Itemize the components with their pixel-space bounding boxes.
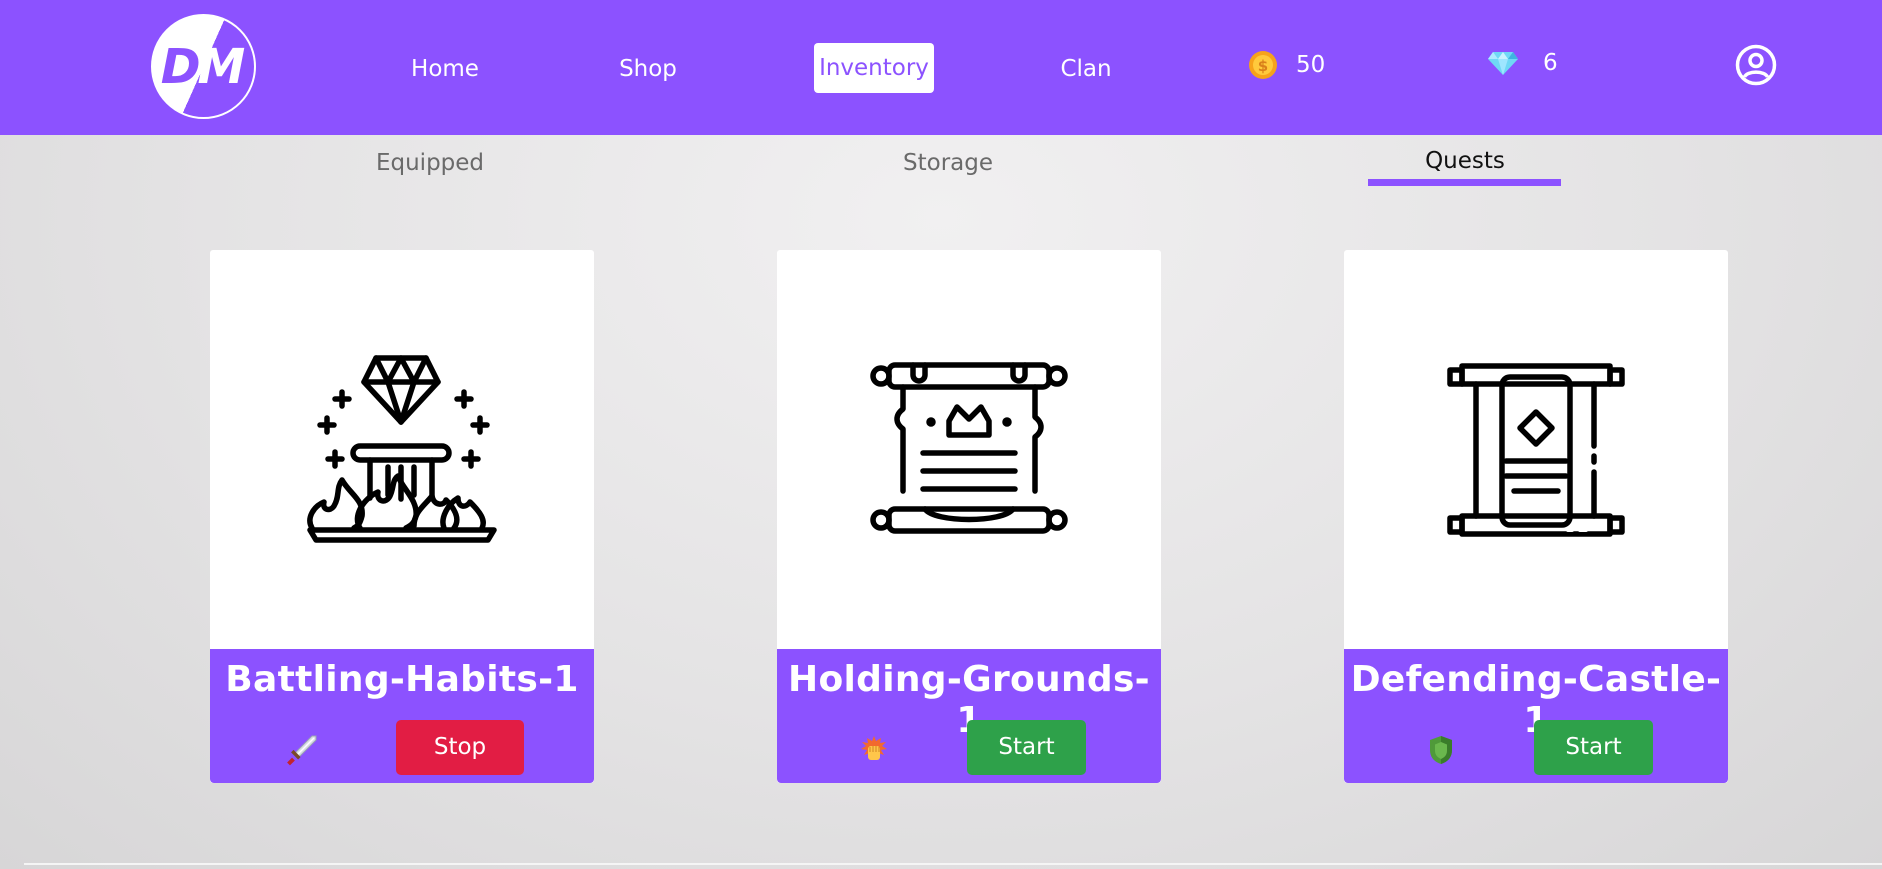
gem-icon <box>1488 52 1518 75</box>
crown-scroll-icon <box>870 361 1068 534</box>
quest-art <box>1344 250 1728 649</box>
tab-storage[interactable]: Storage <box>888 150 1008 176</box>
quest-card-footer: Holding-Grounds-1 Start <box>777 649 1161 783</box>
logo-text: DM <box>153 16 254 117</box>
start-quest-button[interactable]: Start <box>967 720 1086 775</box>
shield-icon <box>1430 736 1452 764</box>
fist-icon <box>861 736 887 760</box>
start-quest-button[interactable]: Start <box>1534 720 1653 775</box>
nav-inventory[interactable]: Inventory <box>814 43 934 93</box>
rune-scroll-icon <box>1447 362 1625 537</box>
sword-icon <box>287 735 317 766</box>
dm-logo[interactable]: DM <box>151 14 256 119</box>
stop-quest-button[interactable]: Stop <box>396 720 524 775</box>
quest-title: Battling-Habits-1 <box>225 659 579 700</box>
page-bottom-divider <box>24 863 1882 865</box>
logo-letter-d: D <box>160 38 201 95</box>
quest-card: Defending-Castle-1 Start <box>1344 250 1728 783</box>
coin-icon: $ <box>1249 51 1277 79</box>
svg-text:$: $ <box>1258 57 1268 75</box>
tab-quests[interactable]: Quests <box>1405 148 1525 174</box>
quest-badge <box>858 734 890 766</box>
quest-card: Holding-Grounds-1 Start <box>777 250 1161 783</box>
nav-shop[interactable]: Shop <box>608 52 688 86</box>
quest-art <box>777 250 1161 649</box>
active-tab-indicator <box>1368 179 1561 186</box>
logo-letter-m: M <box>197 38 246 95</box>
coin-balance: $ 50 <box>1248 50 1325 80</box>
nav-home[interactable]: Home <box>405 52 485 86</box>
quest-badge <box>286 734 318 766</box>
top-navbar: DM Home Shop Inventory Clan $ 50 6 <box>0 0 1882 135</box>
quest-card-footer: Defending-Castle-1 Start <box>1344 649 1728 783</box>
gem-balance: 6 <box>1487 50 1558 76</box>
quest-badge <box>1425 734 1457 766</box>
nav-clan[interactable]: Clan <box>1050 52 1122 86</box>
quest-card: Battling-Habits-1 Stop <box>210 250 594 783</box>
diamond-pillar-icon <box>307 354 497 543</box>
gem-count: 6 <box>1543 50 1558 76</box>
user-circle-icon[interactable] <box>1735 44 1777 86</box>
quest-art <box>210 250 594 649</box>
tab-equipped[interactable]: Equipped <box>370 150 490 176</box>
quest-card-footer: Battling-Habits-1 Stop <box>210 649 594 783</box>
coin-count: 50 <box>1296 52 1326 78</box>
